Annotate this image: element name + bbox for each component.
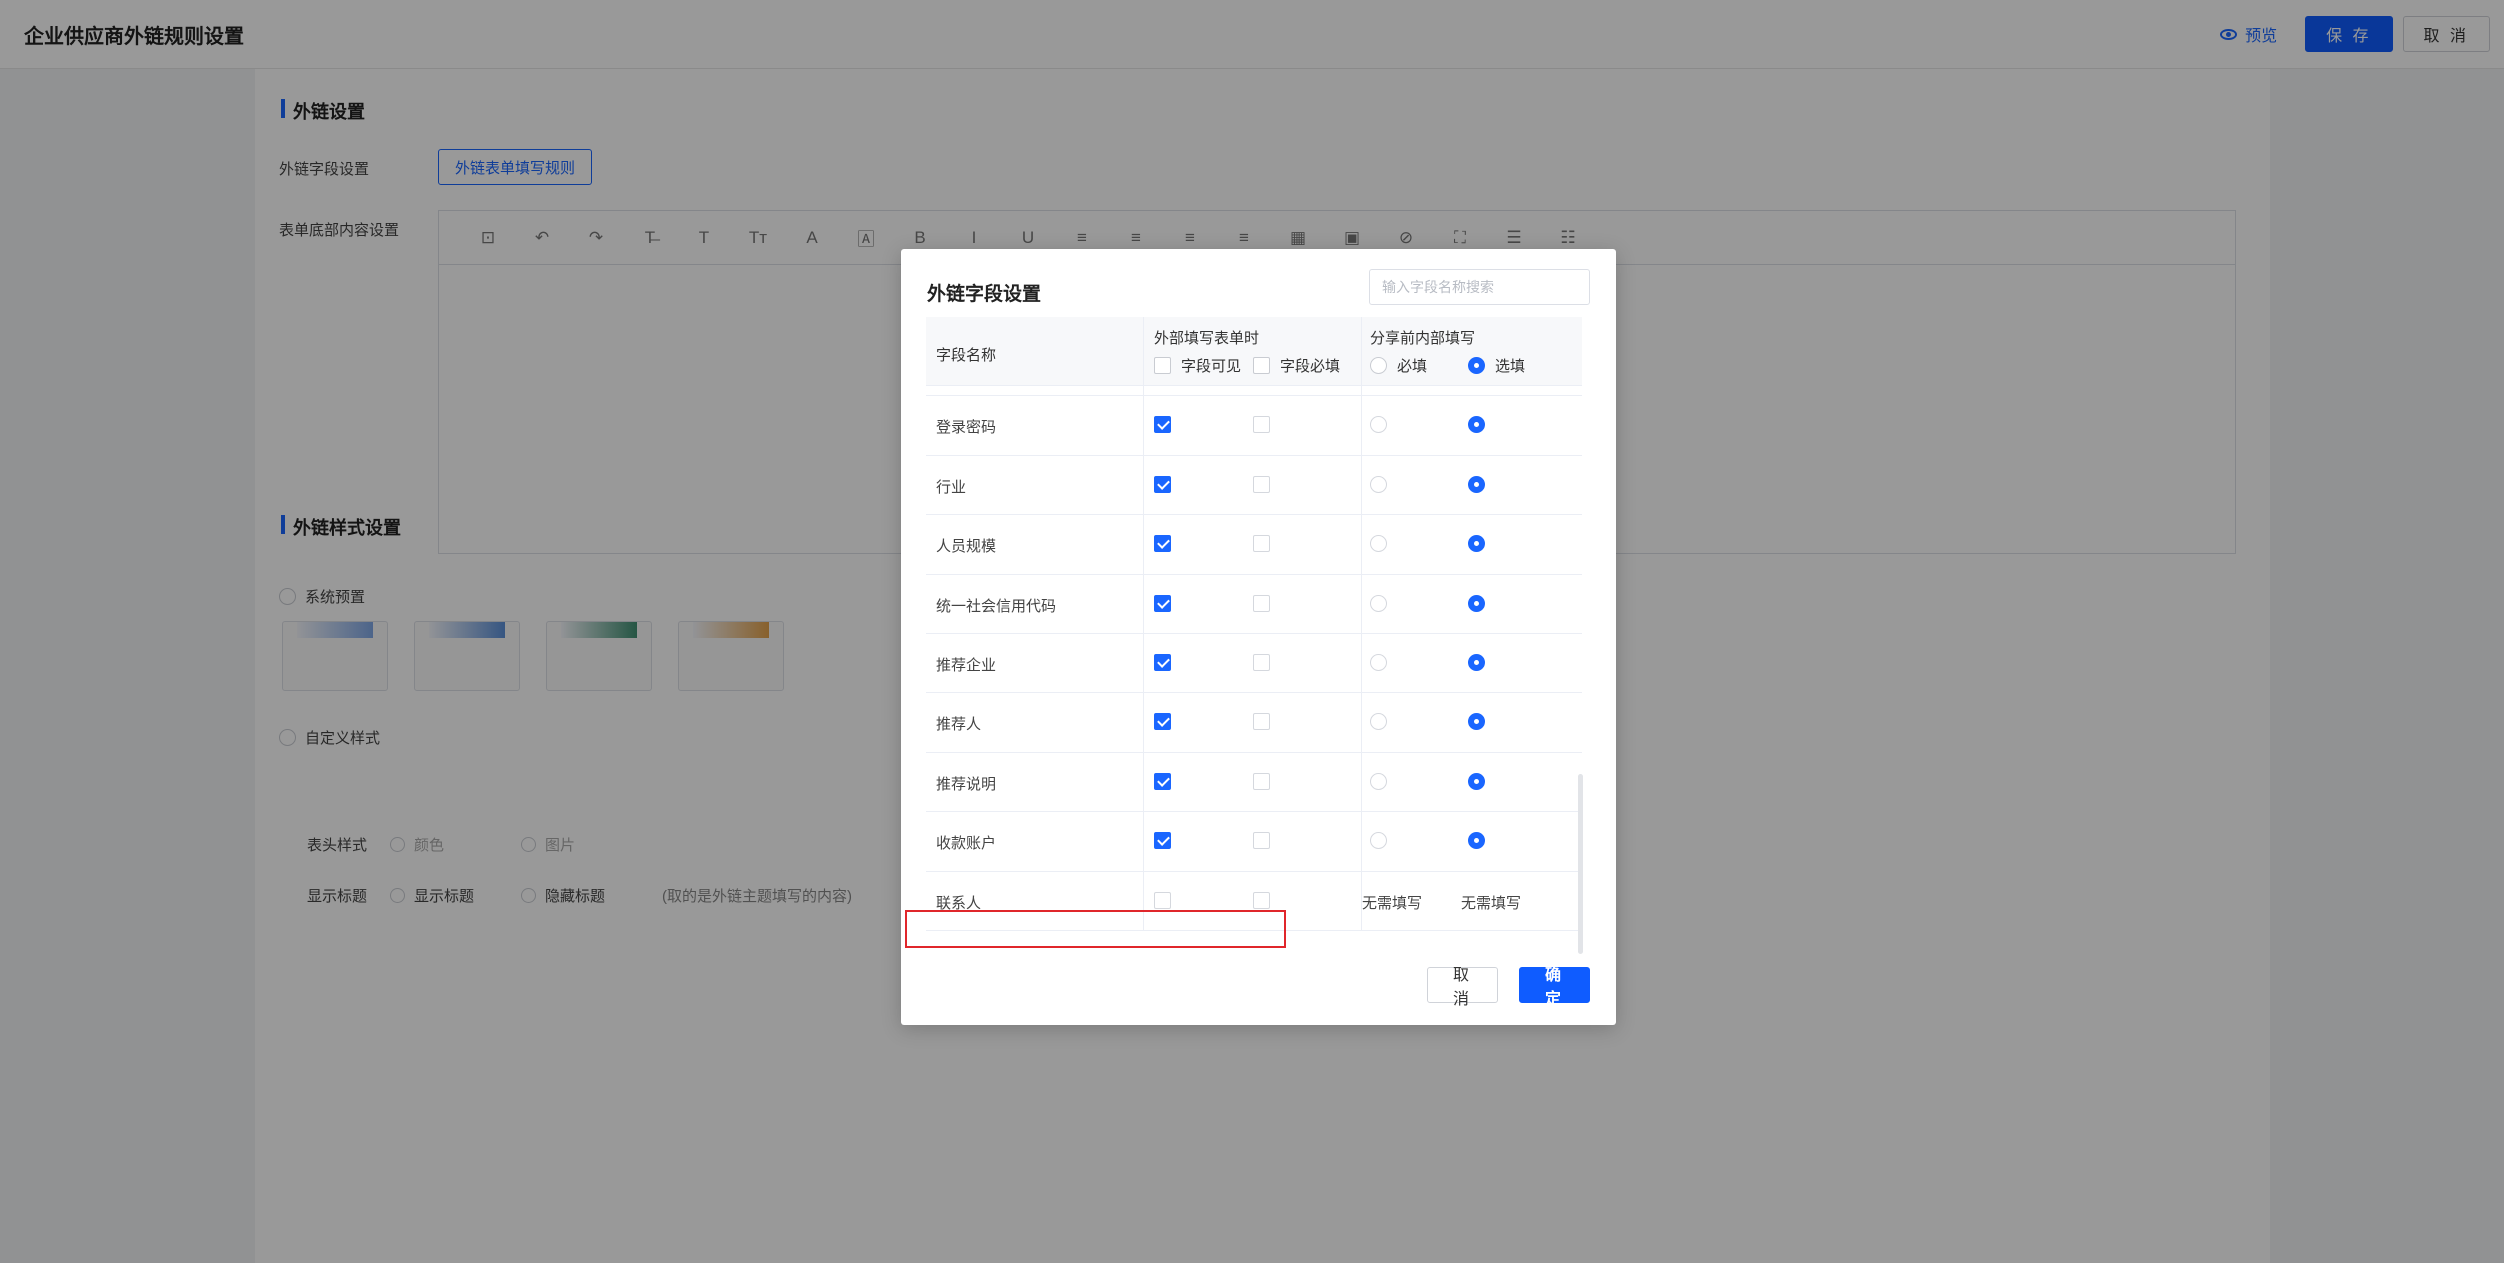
col-required-label: 字段必填 (1280, 358, 1341, 375)
table-body: 登录名登录密码行业人员规模统一社会信用代码推荐企业推荐人推荐说明收款账户联系人无… (926, 337, 1582, 931)
cell-divider (1143, 752, 1144, 812)
must-radio[interactable] (1370, 416, 1387, 434)
field-search-input[interactable] (1369, 269, 1590, 305)
optional-radio[interactable] (1468, 653, 1485, 671)
required-checkbox[interactable] (1253, 891, 1270, 909)
cell-divider (1143, 455, 1144, 515)
col-visible-label: 字段可见 (1181, 358, 1242, 375)
cell-divider (1361, 396, 1362, 455)
required-checkbox[interactable] (1253, 653, 1270, 671)
cell-divider (1361, 455, 1362, 515)
dialog-cancel-button[interactable]: 取 消 (1427, 967, 1498, 1008)
header-divider (1143, 317, 1144, 386)
must-radio[interactable] (1370, 713, 1387, 731)
field-name: 推荐人 (936, 716, 982, 734)
field-name: 行业 (936, 478, 967, 496)
table-row: 人员规模 (926, 515, 1582, 575)
field-name: 登录密码 (936, 419, 997, 437)
checkbox-icon (1154, 357, 1171, 374)
must-radio[interactable] (1370, 653, 1387, 671)
field-name: 人员规模 (936, 538, 997, 556)
visible-checkbox[interactable] (1154, 832, 1171, 850)
header-divider (1361, 317, 1362, 386)
table-row: 登录密码 (926, 396, 1582, 456)
field-name: 推荐企业 (936, 656, 997, 674)
col-must-label: 必填 (1397, 358, 1428, 375)
checkbox-icon (1253, 357, 1270, 374)
field-name: 统一社会信用代码 (936, 597, 1057, 615)
optional-radio[interactable] (1468, 535, 1485, 553)
required-checkbox[interactable] (1253, 416, 1270, 434)
visible-checkbox[interactable] (1154, 594, 1171, 612)
visible-checkbox[interactable] (1154, 891, 1171, 909)
cell-divider (1361, 693, 1362, 752)
table-row: 统一社会信用代码 (926, 574, 1582, 634)
cell-divider (1143, 574, 1144, 633)
cell-divider (1361, 752, 1362, 812)
must-radio[interactable] (1370, 832, 1387, 850)
table-scrollbar[interactable] (1578, 774, 1583, 954)
no-need-text: 无需填写 (1461, 894, 1522, 912)
cell-divider (1143, 396, 1144, 455)
col-group-external: 外部填写表单时 (1154, 330, 1260, 347)
highlight-box (905, 910, 1286, 948)
visible-checkbox[interactable] (1154, 713, 1171, 731)
col-must-all[interactable]: 必填 (1370, 355, 1427, 376)
col-optional-all[interactable]: 选填 (1468, 355, 1525, 376)
table-row: 推荐企业 (926, 633, 1582, 694)
table-row: 推荐人 (926, 693, 1582, 753)
cell-divider (1143, 515, 1144, 574)
visible-checkbox[interactable] (1154, 653, 1171, 671)
optional-radio[interactable] (1468, 772, 1485, 790)
cell-divider (1361, 633, 1362, 693)
cell-divider (1143, 633, 1144, 693)
must-radio[interactable] (1370, 535, 1387, 553)
must-radio[interactable] (1370, 475, 1387, 493)
optional-radio[interactable] (1468, 475, 1485, 493)
required-checkbox[interactable] (1253, 475, 1270, 493)
dialog-title: 外链字段设置 (927, 284, 1042, 305)
field-setting-dialog: 外链字段设置 登录名登录密码行业人员规模统一社会信用代码推荐企业推荐人推荐说明收… (901, 249, 1616, 1025)
required-checkbox[interactable] (1253, 713, 1270, 731)
table-header: 字段名称 外部填写表单时 字段可见 字段必填 分享前内部填写 必填 选填 (926, 317, 1582, 386)
dialog-confirm-button[interactable]: 确 定 (1519, 967, 1590, 1008)
radio-checked-icon (1468, 357, 1485, 374)
field-table: 登录名登录密码行业人员规模统一社会信用代码推荐企业推荐人推荐说明收款账户联系人无… (926, 317, 1582, 955)
table-row: 推荐说明 (926, 752, 1582, 813)
col-required-all[interactable]: 字段必填 (1253, 355, 1340, 376)
field-name: 推荐说明 (936, 775, 997, 793)
no-need-text: 无需填写 (1362, 894, 1423, 912)
cell-divider (1143, 693, 1144, 752)
must-radio[interactable] (1370, 772, 1387, 790)
must-radio[interactable] (1370, 594, 1387, 612)
visible-checkbox[interactable] (1154, 416, 1171, 434)
col-optional-label: 选填 (1495, 358, 1526, 375)
table-row: 行业 (926, 455, 1582, 516)
radio-icon (1370, 357, 1387, 374)
cell-divider (1361, 812, 1362, 871)
visible-checkbox[interactable] (1154, 475, 1171, 493)
col-visible-all[interactable]: 字段可见 (1154, 355, 1241, 376)
optional-radio[interactable] (1468, 832, 1485, 850)
cell-divider (1361, 574, 1362, 633)
col-group-internal: 分享前内部填写 (1370, 330, 1476, 347)
col-field-name: 字段名称 (936, 347, 997, 364)
table-row: 收款账户 (926, 812, 1582, 872)
visible-checkbox[interactable] (1154, 772, 1171, 790)
visible-checkbox[interactable] (1154, 535, 1171, 553)
optional-radio[interactable] (1468, 416, 1485, 434)
optional-radio[interactable] (1468, 594, 1485, 612)
required-checkbox[interactable] (1253, 772, 1270, 790)
required-checkbox[interactable] (1253, 594, 1270, 612)
optional-radio[interactable] (1468, 713, 1485, 731)
required-checkbox[interactable] (1253, 535, 1270, 553)
cell-divider (1143, 812, 1144, 871)
required-checkbox[interactable] (1253, 832, 1270, 850)
cell-divider (1361, 515, 1362, 574)
field-name: 收款账户 (936, 835, 997, 853)
